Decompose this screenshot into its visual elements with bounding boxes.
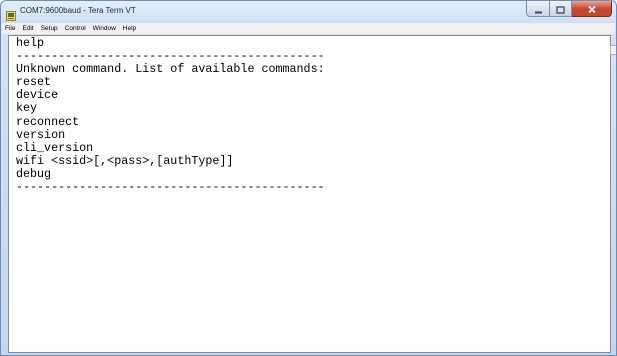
window-controls (526, 1, 612, 19)
menu-file[interactable]: File (5, 23, 15, 34)
minimize-icon (534, 1, 543, 18)
scroll-up-arrow-icon[interactable] (610, 45, 616, 55)
terminal-line: key (16, 101, 38, 116)
close-button[interactable] (572, 1, 612, 17)
menu-setup[interactable]: Setup (41, 23, 58, 34)
terminal-line: wifi <ssid>[,<pass>,[authType]] (16, 153, 234, 168)
terminal-line: Unknown command. List of available comma… (16, 62, 325, 77)
menu-bar: File Edit Setup Control Window Help (2, 23, 615, 34)
minimize-button[interactable] (526, 1, 550, 17)
maximize-button[interactable] (550, 1, 572, 17)
terminal-area[interactable]: help -----------------------------------… (8, 35, 611, 353)
close-icon (587, 1, 597, 18)
maximize-icon (556, 1, 565, 18)
menu-control[interactable]: Control (65, 23, 86, 34)
terminal-output: help -----------------------------------… (16, 36, 325, 195)
terminal-line: cli_version (16, 140, 94, 155)
terminal-line: version (16, 127, 66, 142)
terminal-line: reset (16, 75, 52, 90)
menu-help[interactable]: Help (123, 23, 136, 34)
menu-window[interactable]: Window (93, 23, 116, 34)
terminal-line: device (16, 88, 59, 103)
vertical-scrollbar[interactable] (610, 35, 616, 353)
menu-edit[interactable]: Edit (22, 23, 33, 34)
terminal-line: reconnect (16, 114, 80, 129)
terminal-line: ----------------------------------------… (16, 180, 325, 195)
tera-term-window: COM7:9600baud - Tera Term VT File Edit S… (0, 0, 617, 356)
window-title: COM7:9600baud - Tera Term VT (20, 6, 136, 15)
tera-term-icon[interactable] (6, 6, 16, 21)
title-bar[interactable]: COM7:9600baud - Tera Term VT (1, 1, 616, 23)
